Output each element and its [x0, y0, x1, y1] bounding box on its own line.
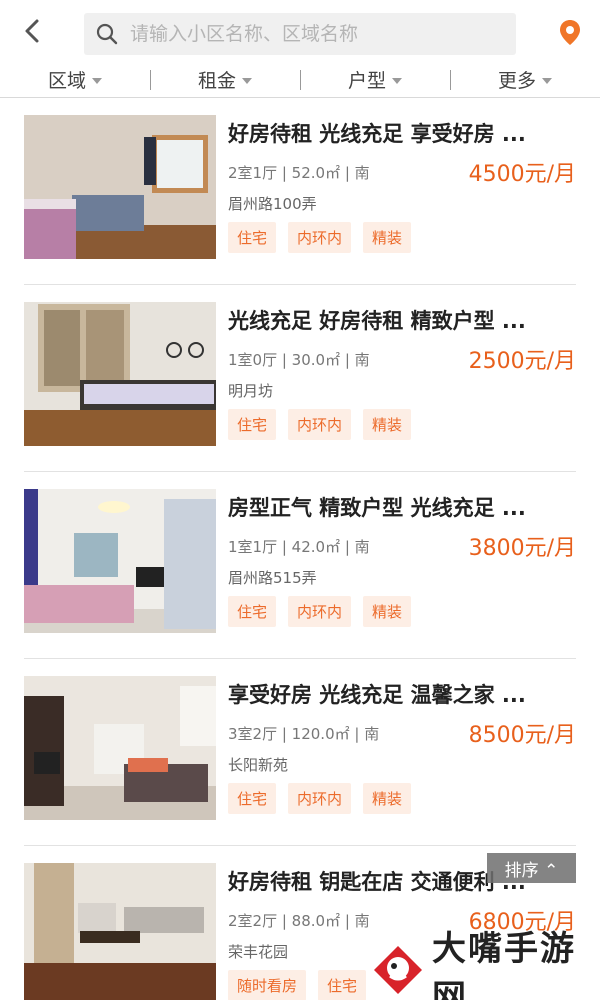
- filter-label: 户型: [347, 70, 386, 92]
- listing-tags: 住宅 内环内 精装: [228, 783, 412, 814]
- listing-photo: [24, 302, 216, 446]
- listing-photo: [24, 489, 216, 633]
- listing-tags: 住宅 内环内 精装: [228, 596, 412, 627]
- listing-price: 2500元/月: [468, 349, 576, 374]
- listing-price: 3800元/月: [468, 536, 576, 561]
- filter-layout[interactable]: 户型: [300, 66, 450, 93]
- listing-tag: 内环内: [288, 409, 352, 440]
- listing-address: 荣丰花园: [228, 943, 289, 961]
- listing-title: 光线充足 好房待租 精致户型 ...: [228, 309, 526, 333]
- listing-tag: 精装: [363, 596, 412, 627]
- filter-label: 更多: [497, 70, 536, 92]
- listing-item[interactable]: 光线充足 好房待租 精致户型 ... 1室0厅 | 30.0㎡ | 南 2500…: [24, 285, 576, 472]
- listing-address: 长阳新苑: [228, 756, 289, 774]
- listing-price: 4500元/月: [468, 162, 576, 187]
- caret-down-icon: [92, 77, 102, 84]
- search-icon: [96, 23, 118, 45]
- listing-layout: 3室2厅 | 120.0㎡ | 南: [228, 725, 380, 743]
- listing-price: 8500元/月: [468, 723, 576, 748]
- listing-tag: 住宅: [228, 783, 277, 814]
- back-icon[interactable]: [18, 16, 48, 46]
- listing-photo: [24, 863, 216, 1000]
- filter-label: 租金: [197, 70, 236, 92]
- filter-label: 区域: [47, 70, 86, 92]
- listing-tag: 精装: [363, 222, 412, 253]
- listing-address: 明月坊: [228, 382, 274, 400]
- listing-tag: 随时看房: [228, 970, 307, 1000]
- listing-tag: 住宅: [228, 222, 277, 253]
- listing-photo: [24, 115, 216, 259]
- search-input[interactable]: [130, 13, 510, 55]
- listing-photo: [24, 676, 216, 820]
- listing-tag: 内环内: [288, 783, 352, 814]
- listing-title: 好房待租 光线充足 享受好房 ...: [228, 122, 526, 146]
- listing-item[interactable]: 房型正气 精致户型 光线充足 ... 1室1厅 | 42.0㎡ | 南 3800…: [24, 472, 576, 659]
- listing-tags: 随时看房 住宅: [228, 970, 367, 1000]
- filter-rent[interactable]: 租金: [150, 66, 300, 93]
- listing-tags: 住宅 内环内 精装: [228, 409, 412, 440]
- watermark-logo: [372, 944, 424, 996]
- listing-layout: 1室1厅 | 42.0㎡ | 南: [228, 538, 370, 556]
- listing-layout: 1室0厅 | 30.0㎡ | 南: [228, 351, 370, 369]
- caret-down-icon: [392, 77, 402, 84]
- watermark: 大嘴手游网: [372, 929, 600, 1000]
- location-pin-icon[interactable]: [556, 18, 584, 46]
- listing-address: 眉州路100弄: [228, 195, 317, 213]
- listing-address: 眉州路515弄: [228, 569, 317, 587]
- watermark-text: 大嘴手游网: [432, 929, 576, 1000]
- listing-tag: 精装: [363, 783, 412, 814]
- listing-title: 房型正气 精致户型 光线充足 ...: [228, 496, 526, 520]
- listing-tag: 住宅: [318, 970, 367, 1000]
- filter-area[interactable]: 区域: [0, 66, 150, 93]
- listing-item[interactable]: 享受好房 光线充足 温馨之家 ... 3室2厅 | 120.0㎡ | 南 850…: [24, 659, 576, 846]
- listing-tag: 精装: [363, 409, 412, 440]
- listing-tag: 内环内: [288, 596, 352, 627]
- listing-item[interactable]: 好房待租 光线充足 享受好房 ... 2室1厅 | 52.0㎡ | 南 4500…: [24, 98, 576, 285]
- sort-button[interactable]: 排序 ⌃: [487, 853, 576, 883]
- listing-tags: 住宅 内环内 精装: [228, 222, 412, 253]
- filter-bar: 区域 租金 户型 更多: [0, 62, 600, 98]
- listing-tag: 住宅: [228, 409, 277, 440]
- search-box[interactable]: [84, 13, 516, 55]
- listing-tag: 内环内: [288, 222, 352, 253]
- caret-down-icon: [242, 77, 252, 84]
- listing-tag: 住宅: [228, 596, 277, 627]
- top-bar: [0, 0, 600, 62]
- listing-layout: 2室2厅 | 88.0㎡ | 南: [228, 912, 370, 930]
- listing-layout: 2室1厅 | 52.0㎡ | 南: [228, 164, 370, 182]
- filter-more[interactable]: 更多: [450, 66, 600, 93]
- listing-title: 享受好房 光线充足 温馨之家 ...: [228, 683, 526, 707]
- caret-down-icon: [542, 77, 552, 84]
- app: 区域 租金 户型 更多 好房待租 光线充足 享受好房 ... 2室1厅 |: [0, 0, 600, 1000]
